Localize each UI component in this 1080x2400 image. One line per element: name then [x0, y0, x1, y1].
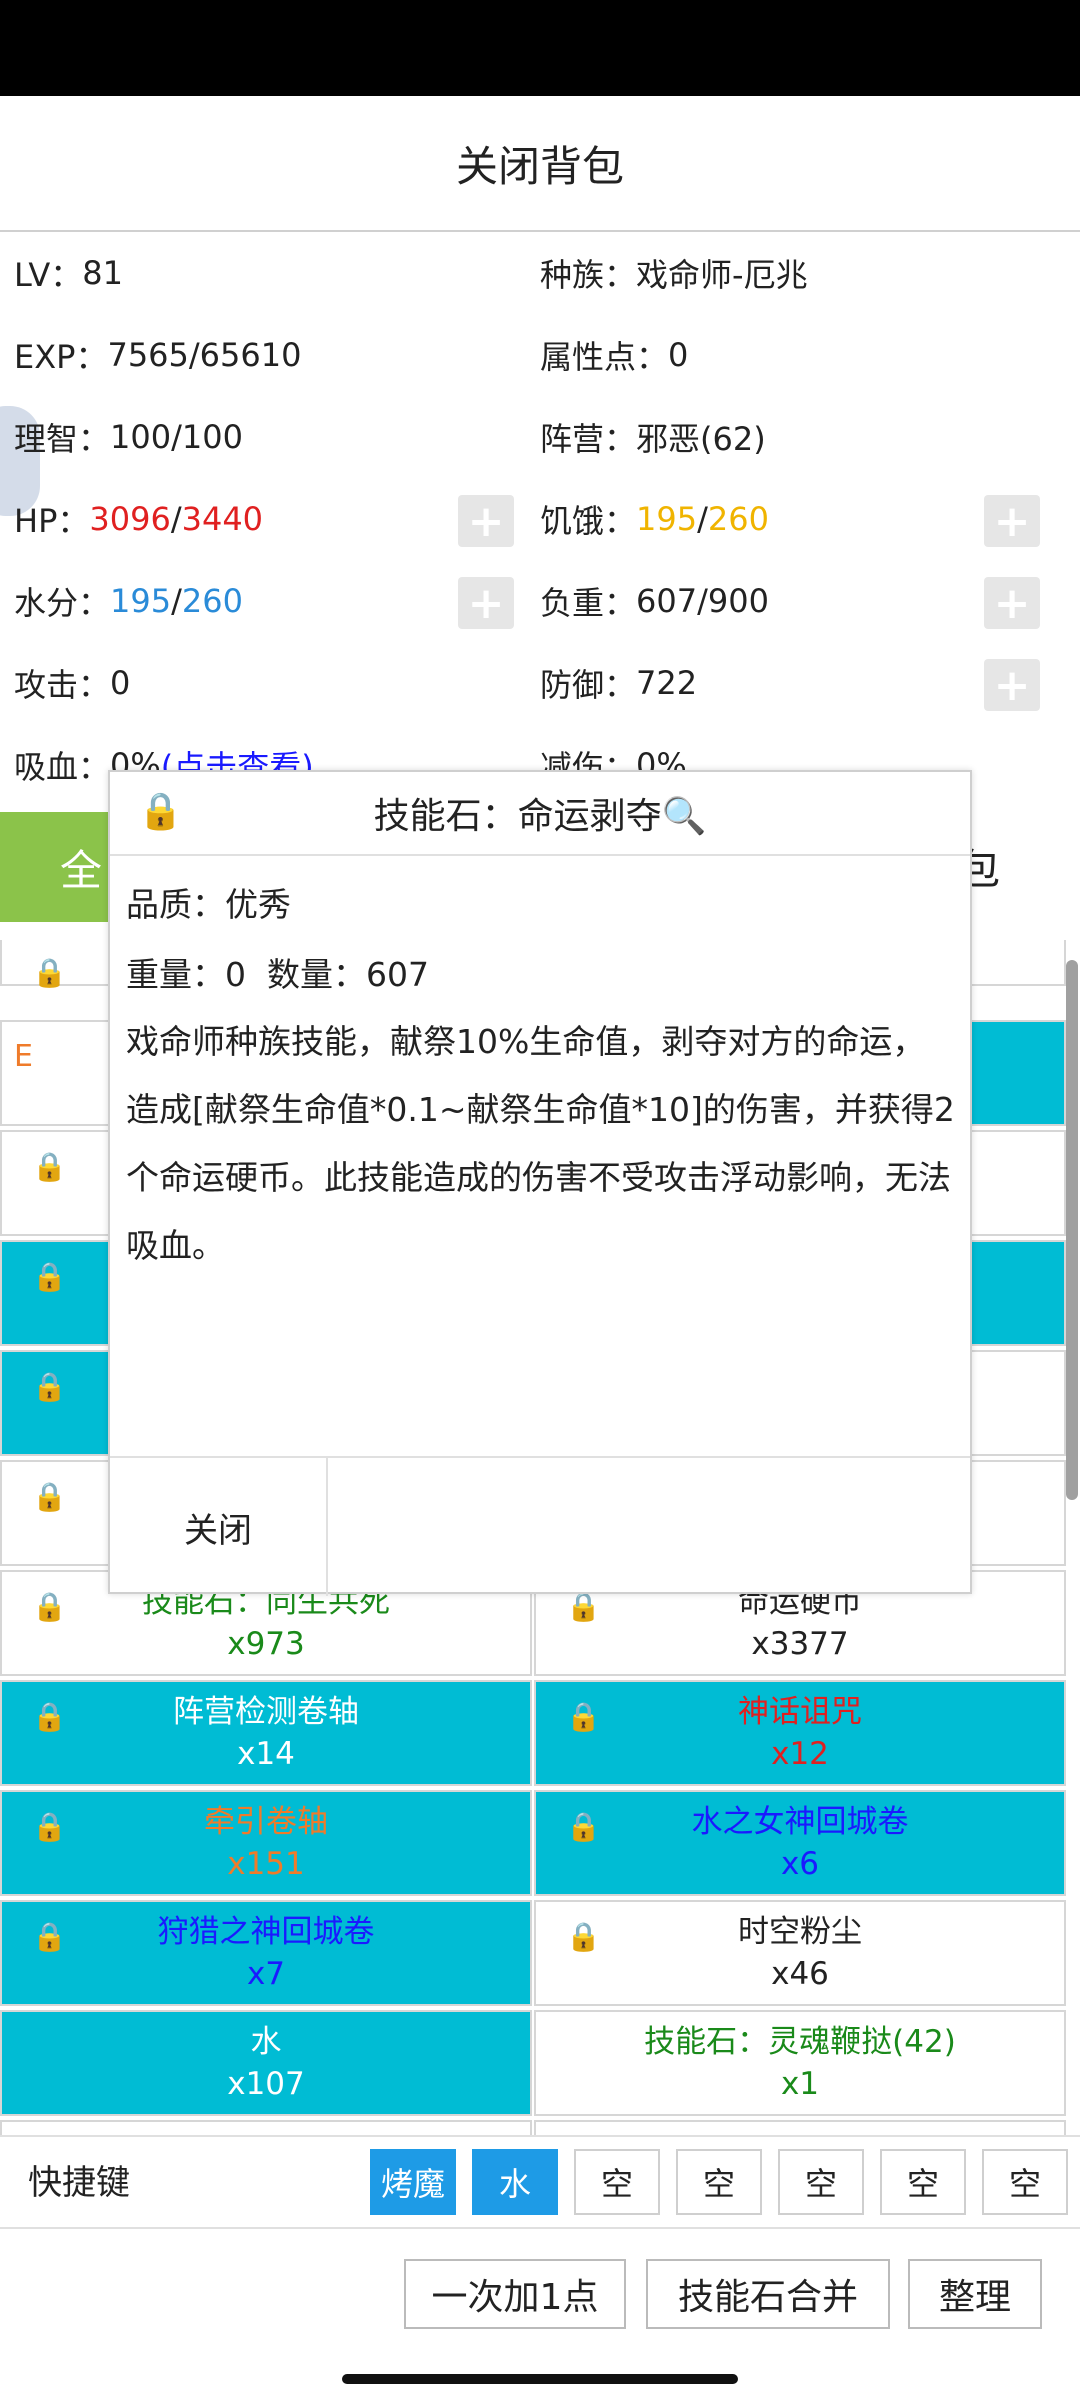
- shortcut-slot-1[interactable]: 烤魔: [370, 2149, 456, 2215]
- stat-attack: 攻击： 0: [14, 664, 131, 704]
- stat-attribute-points: 属性点： 0: [540, 336, 689, 376]
- grid-cell[interactable]: 🔒 时空粉尘 x46: [534, 1900, 1066, 2006]
- shortcut-label: 快捷键: [28, 2163, 130, 2203]
- hp-plus-button[interactable]: +: [458, 495, 514, 547]
- item-description: 戏命师种族技能，献祭10%生命值，剥夺对方的命运，造成[献祭生命值*0.1~献祭…: [126, 1022, 955, 1265]
- defense-plus-button[interactable]: +: [984, 659, 1040, 711]
- merge-skill-stones-button[interactable]: 技能石合并: [646, 2259, 890, 2329]
- item-count: x6: [780, 1846, 820, 1882]
- grid-cell[interactable]: 🔒 狩猎之神回城卷 x7: [0, 1900, 532, 2006]
- close-bag-header[interactable]: 关闭背包: [0, 96, 1080, 232]
- item-count: x973: [227, 1626, 305, 1662]
- stat-water: 水分： 195/260: [14, 582, 243, 622]
- grid-scrollbar[interactable]: [1066, 960, 1078, 1500]
- lock-icon[interactable]: 🔒: [32, 1146, 67, 1188]
- shortcut-slot-4[interactable]: 空: [676, 2149, 762, 2215]
- item-name: 水: [250, 2024, 282, 2060]
- lock-icon[interactable]: 🔒: [138, 790, 183, 832]
- water-plus-button[interactable]: +: [458, 577, 514, 629]
- item-name: 牵引卷轴: [204, 1804, 328, 1840]
- shortcut-slot-7[interactable]: 空: [982, 2149, 1068, 2215]
- grid-cell[interactable]: 🔒 阵营检测卷轴 x14: [0, 1680, 532, 1786]
- lock-icon[interactable]: 🔒: [32, 1256, 67, 1298]
- grid-cell[interactable]: 🔒 牵引卷轴 x151: [0, 1790, 532, 1896]
- hunger-plus-button[interactable]: +: [984, 495, 1040, 547]
- stat-load: 负重： 607/900: [540, 582, 769, 622]
- stat-lv: LV： 81: [14, 254, 123, 294]
- grid-cell[interactable]: [534, 2120, 1066, 2135]
- dialog-header: 🔒 技能石：命运剥夺🔍: [110, 772, 970, 856]
- item-name: 水之女神回城卷: [691, 1804, 909, 1840]
- dialog-title: 技能石：命运剥夺🔍: [373, 796, 707, 837]
- close-button[interactable]: 关闭: [110, 1458, 328, 1596]
- grid-cell[interactable]: 水 x107: [0, 2010, 532, 2116]
- lock-icon[interactable]: 🔒: [566, 1696, 601, 1738]
- lock-icon[interactable]: 🔒: [32, 1806, 67, 1848]
- lock-icon[interactable]: 🔒: [32, 1586, 67, 1628]
- partial-item-label: E: [14, 1039, 33, 1074]
- shortcut-slot-3[interactable]: 空: [574, 2149, 660, 2215]
- item-count: x107: [227, 2066, 305, 2102]
- item-count: x46: [771, 1956, 829, 1992]
- item-name: 神话诅咒: [738, 1694, 862, 1730]
- lock-icon[interactable]: 🔒: [566, 1916, 601, 1958]
- page-title: 关闭背包: [455, 141, 624, 191]
- stat-hunger: 饥饿： 195/260: [540, 500, 769, 540]
- lock-icon[interactable]: 🔒: [32, 1696, 67, 1738]
- grid-cell[interactable]: 🔒 水之女神回城卷 x6: [534, 1790, 1066, 1896]
- shortcut-bar: 快捷键 烤魔 水 空 空 空 空 空: [0, 2135, 1080, 2227]
- tab-all[interactable]: 全: [0, 812, 108, 922]
- grid-cell[interactable]: [0, 2120, 532, 2135]
- item-count: x12: [771, 1736, 829, 1772]
- item-detail-dialog: 🔒 技能石：命运剥夺🔍 品质：优秀 重量：0 数量：607 戏命师种族技能，献祭…: [108, 770, 972, 1596]
- stat-defense: 防御： 722: [540, 664, 698, 704]
- item-count: x151: [227, 1846, 305, 1882]
- status-bar: [0, 0, 1080, 96]
- stat-sanity: 理智： 100/100: [14, 418, 243, 458]
- item-name: 狩猎之神回城卷: [157, 1914, 375, 1950]
- home-indicator[interactable]: [342, 2374, 738, 2384]
- stat-hp: HP： 3096/3440: [14, 500, 264, 540]
- bottom-action-bar: 一次加1点 技能石合并 整理: [0, 2227, 1080, 2357]
- item-count: x7: [246, 1956, 286, 1992]
- lock-icon[interactable]: 🔒: [566, 1806, 601, 1848]
- shortcut-slot-6[interactable]: 空: [880, 2149, 966, 2215]
- quality-line: 品质：优秀: [126, 885, 291, 924]
- stat-camp: 阵营： 邪恶(62): [540, 420, 766, 458]
- dialog-footer: 关闭: [110, 1456, 970, 1596]
- item-name: 时空粉尘: [738, 1914, 862, 1950]
- lock-icon[interactable]: 🔒: [32, 1366, 67, 1408]
- item-count: x14: [237, 1736, 295, 1772]
- grid-cell[interactable]: 技能石：灵魂鞭挞(42) x1: [534, 2010, 1066, 2116]
- item-count: x1: [780, 2066, 820, 2102]
- item-count: x3377: [751, 1626, 849, 1662]
- stat-race: 种族： 戏命师-厄兆: [540, 256, 808, 294]
- sort-button[interactable]: 整理: [908, 2259, 1042, 2329]
- grid-cell[interactable]: 🔒 神话诅咒 x12: [534, 1680, 1066, 1786]
- item-name: 技能石：灵魂鞭挞(42): [644, 2024, 956, 2060]
- lock-icon[interactable]: 🔒: [32, 1916, 67, 1958]
- item-name: 阵营检测卷轴: [173, 1694, 359, 1730]
- shortcut-slot-2[interactable]: 水: [472, 2149, 558, 2215]
- shortcut-slot-5[interactable]: 空: [778, 2149, 864, 2215]
- load-plus-button[interactable]: +: [984, 577, 1040, 629]
- add-one-point-button[interactable]: 一次加1点: [404, 2259, 626, 2329]
- stat-exp: EXP： 7565/65610: [14, 336, 302, 376]
- lock-icon[interactable]: 🔒: [32, 952, 67, 994]
- lock-icon[interactable]: 🔒: [32, 1476, 67, 1518]
- weight-count-line: 重量：0 数量：607: [126, 955, 429, 994]
